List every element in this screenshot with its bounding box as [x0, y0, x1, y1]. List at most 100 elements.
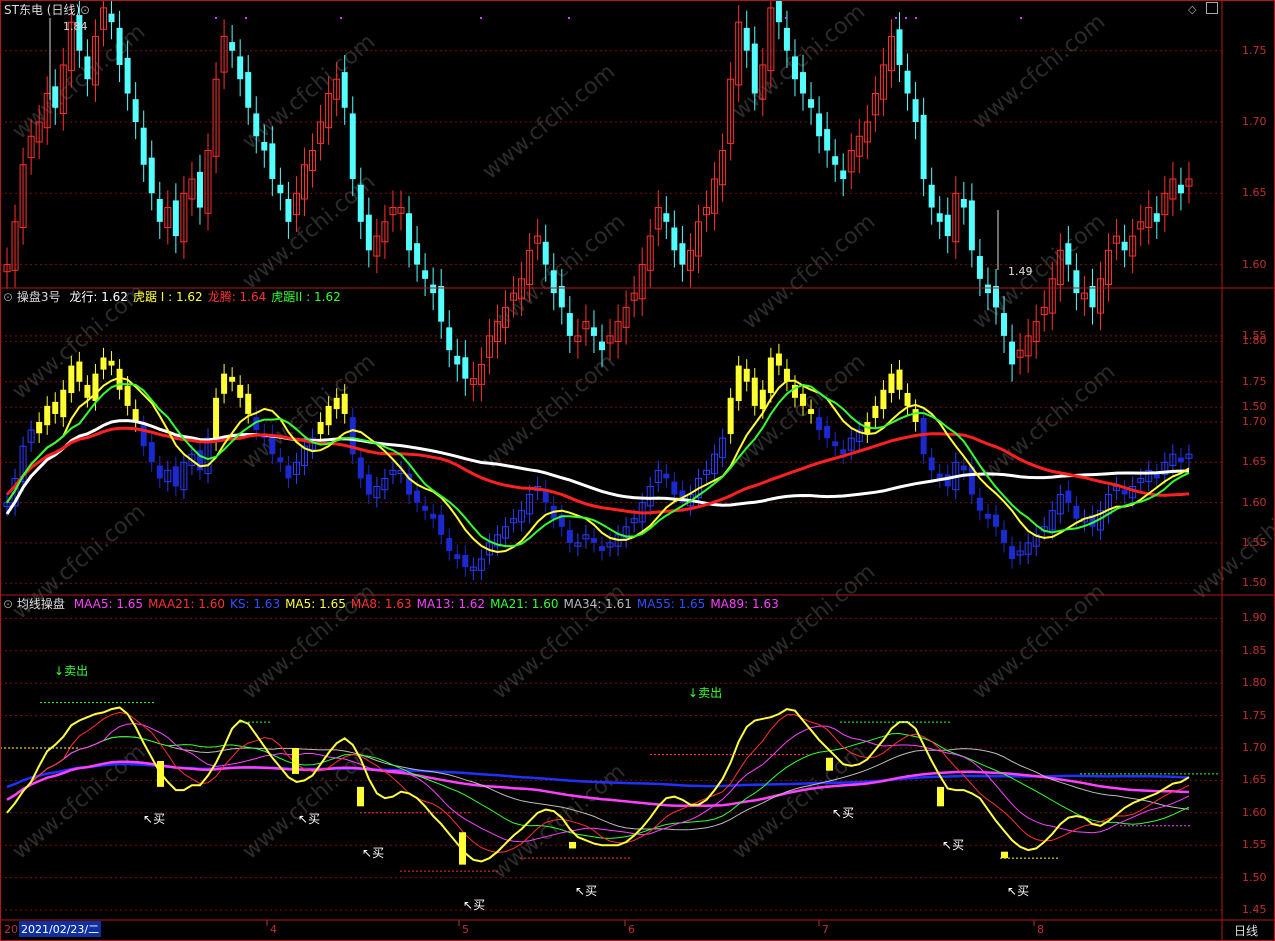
- buy-signal: ↖买: [298, 812, 321, 826]
- candle-down: [904, 70, 911, 94]
- candle-down: [808, 99, 815, 108]
- candle-down: [156, 199, 163, 222]
- signal-bar: [937, 786, 944, 807]
- legend-item: 虎踞 I : 1.62: [132, 290, 203, 304]
- watermark-text: www.cfchi.com: [968, 9, 1110, 134]
- candle2-body: [454, 554, 461, 560]
- month-tick: 5: [462, 923, 469, 936]
- price-axis-tick: 1.75: [1242, 43, 1267, 57]
- panel2-legend: ⊙ 操盘3号 龙行: 1.62 虎踞 I : 1.62 龙腾: 1.64 虎踞II :…: [3, 290, 341, 304]
- watermark-text: www.cfchi.com: [488, 209, 630, 334]
- signal-bar: [826, 757, 833, 771]
- candle2-body: [727, 397, 734, 435]
- candle2-body: [277, 457, 284, 463]
- candle-down: [912, 99, 919, 122]
- diamond-icon[interactable]: ◇: [1188, 3, 1196, 16]
- candle-down: [1073, 270, 1080, 294]
- candle-down: [944, 214, 951, 237]
- candle-down: [936, 213, 943, 222]
- candle2-body: [68, 365, 75, 393]
- candle-down: [446, 327, 453, 351]
- signal-bar: [157, 760, 164, 787]
- candle-down: [832, 156, 839, 165]
- candle2-body: [221, 373, 228, 394]
- candle-down: [550, 270, 557, 294]
- indicator-axis-tick: 1.60: [1242, 495, 1267, 509]
- signal-dot: [785, 17, 787, 19]
- candle-down: [261, 141, 268, 151]
- candle-down: [140, 127, 147, 165]
- candle-down: [840, 170, 847, 180]
- panel3-toggle-icon[interactable]: ⊙: [3, 597, 13, 611]
- candle-down: [84, 56, 91, 80]
- ma-axis-tick: 1.60: [1242, 805, 1267, 819]
- candle-down: [52, 86, 59, 108]
- watermark-text: www.cfchi.com: [968, 209, 1110, 334]
- candle2-body: [1001, 530, 1008, 543]
- buy-arrow-icon: ↖: [143, 812, 154, 826]
- price-axis-tick: 1.65: [1242, 186, 1267, 200]
- candle-down: [462, 357, 469, 379]
- buy-arrow-icon: ↖: [362, 846, 373, 860]
- candle-down: [132, 99, 139, 122]
- candle2-body: [414, 490, 421, 503]
- candle-down: [414, 243, 421, 265]
- ma-axis-tick: 1.65: [1242, 773, 1267, 787]
- indicator-axis-tick: 1.50: [1242, 576, 1267, 590]
- candle2-body: [36, 422, 43, 434]
- stock-chart[interactable]: www.cfchi.com www.cfchi.com www.cfchi.com w…: [0, 0, 1275, 941]
- indicator-axis-tick: 1.75: [1242, 374, 1267, 388]
- candle-down: [277, 184, 284, 194]
- candle-down: [743, 27, 750, 51]
- buy-signal: ↖买: [1007, 884, 1030, 898]
- candle2-body: [751, 377, 758, 406]
- candle2-body: [816, 417, 823, 431]
- candle-down: [285, 199, 292, 222]
- candle2-body: [1177, 457, 1184, 463]
- dropdown-circle-icon[interactable]: ⊙: [80, 3, 90, 17]
- legend-item: MAA5: 1.65: [73, 597, 144, 611]
- candle-down: [968, 200, 975, 251]
- maximize-icon[interactable]: [1206, 2, 1218, 14]
- candle-down: [791, 56, 798, 80]
- legend-item: MA5: 1.65: [285, 597, 346, 611]
- candle-down: [775, 0, 782, 23]
- candle2-body: [759, 389, 766, 410]
- sell-arrow-icon: ↓: [688, 686, 699, 700]
- candle2-body: [52, 401, 59, 414]
- candle-down: [438, 285, 445, 322]
- legend-item: KS: 1.63: [230, 597, 281, 611]
- month-tick: 8: [1037, 923, 1044, 936]
- signal-bar: [357, 786, 364, 807]
- watermark-text: www.cfchi.com: [738, 559, 880, 684]
- signal-bar: [1001, 851, 1008, 859]
- legend-item: 虎踞II : 1.62: [271, 290, 341, 304]
- price-candles[interactable]: [3, 0, 1193, 402]
- candle-down: [1177, 184, 1184, 194]
- candle-down: [124, 57, 131, 94]
- legend-item: MA13: 1.62: [416, 597, 486, 611]
- candle-down: [542, 241, 549, 265]
- buy-arrow-icon: ↖: [298, 812, 309, 826]
- candle-down: [229, 42, 236, 51]
- candle2-body: [936, 473, 943, 479]
- candle-down: [599, 341, 605, 351]
- candle-down: [253, 113, 260, 137]
- candle2-body: [912, 409, 919, 422]
- candle-down: [454, 355, 461, 365]
- candle-down: [1009, 341, 1016, 365]
- candle-down: [679, 243, 686, 265]
- candle2-body: [108, 360, 115, 366]
- ma-axis-tick: 1.55: [1242, 838, 1267, 852]
- indicator-axis-tick: 1.55: [1242, 535, 1267, 549]
- panel2-toggle-icon[interactable]: ⊙: [3, 290, 13, 304]
- candle-down: [566, 313, 573, 336]
- signal-dot: [215, 17, 217, 19]
- period-label[interactable]: 日线: [1234, 922, 1258, 939]
- candle2-body: [992, 514, 999, 527]
- legend-item: MA21: 1.60: [490, 597, 559, 611]
- candle2-body: [446, 538, 453, 551]
- sell-arrow-icon: ↓: [54, 664, 65, 678]
- candle-down: [406, 213, 413, 251]
- candle-down: [920, 114, 927, 180]
